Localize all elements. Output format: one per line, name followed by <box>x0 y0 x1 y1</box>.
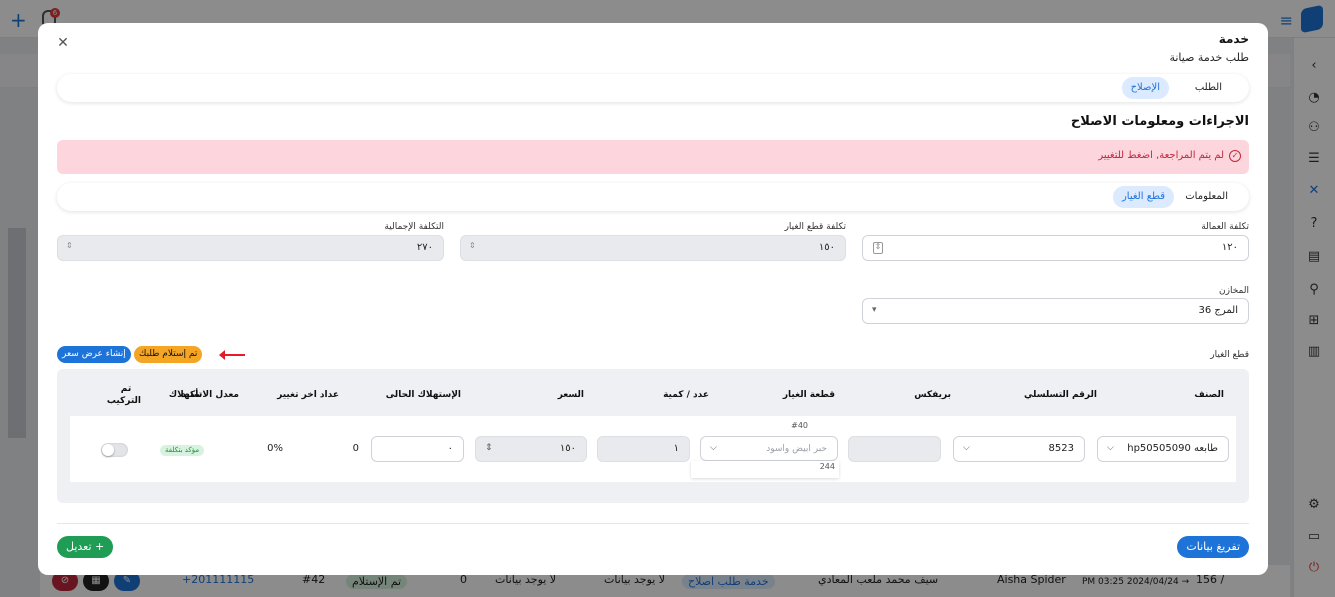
parts-cost-value: ١٥٠ <box>818 242 835 253</box>
main-tabs: الطلب الإصلاح <box>57 74 1249 102</box>
part-placeholder: حبر ابيض واسود <box>766 444 827 454</box>
divider <box>57 523 1249 524</box>
confirm-badge: مؤكد بتكلفة <box>160 445 205 456</box>
stepper-icon: ⇕ <box>469 241 476 250</box>
spare-parts-label: قطع الغيار <box>1210 350 1249 360</box>
table-row: طابعه hp50505090 ⌵ 8523 ⌵ #40 حبر ابيض و… <box>70 416 1236 482</box>
stepper-icon: ⇕ <box>66 241 73 250</box>
stepper-icon: ⇕ <box>485 443 493 453</box>
column-header: قطعة الغيار <box>782 390 835 400</box>
column-header: تم التركيب <box>106 384 141 406</box>
quantity-input[interactable]: ١ <box>597 436 690 462</box>
tab-info[interactable]: المعلومات <box>1176 186 1237 208</box>
column-header: عداد اخر تغيير <box>277 390 339 400</box>
installed-toggle[interactable] <box>101 443 128 457</box>
request-received-button[interactable]: تم إستلام طلبك <box>134 346 203 363</box>
last-counter-value: 0 <box>352 443 359 454</box>
create-quote-button[interactable]: إنشاء عرض سعر <box>57 346 131 363</box>
total-cost-label: التكلفة الإجمالية <box>384 222 444 232</box>
column-header: بريفكس <box>914 390 951 400</box>
check-circle-icon: ✓ <box>1229 150 1241 162</box>
tab-spare-parts[interactable]: قطع الغيار <box>1112 186 1174 208</box>
usage-rate-value: 0% <box>267 443 283 454</box>
modal-subtitle: طلب خدمة صيانة <box>1169 51 1249 64</box>
column-header: عدد / كمية <box>663 390 709 400</box>
warehouse-label: المخازن <box>1219 286 1249 296</box>
price-input: ١٥٠ ⇕ <box>475 436 587 462</box>
chevron-down-icon: ⌵ <box>963 443 970 453</box>
column-header: السعر <box>557 390 584 400</box>
column-header: الإستهلاك الحالى <box>385 390 461 400</box>
price-value: ١٥٠ <box>559 443 576 454</box>
quantity-value: ١ <box>673 443 679 454</box>
labor-cost-value: ١٢٠ <box>1221 242 1238 253</box>
part-code: #40 <box>791 421 808 430</box>
category-value: طابعه hp50505090 <box>1127 443 1218 454</box>
warehouse-select[interactable]: المرج 36 ▾ <box>862 298 1249 324</box>
part-dropdown-option[interactable]: 244 <box>691 461 839 478</box>
spare-parts-table: الصنف الرقم التسلسلي بريفكس قطعة الغيار … <box>57 369 1249 503</box>
column-header: تأكيد <box>181 390 202 400</box>
total-cost-input: ٢٧٠ ⇕ <box>57 235 444 261</box>
tab-repair[interactable]: الإصلاح <box>1121 77 1169 99</box>
tab-request[interactable]: الطلب <box>1186 77 1231 99</box>
serial-select[interactable]: 8523 ⌵ <box>953 436 1085 462</box>
category-select[interactable]: طابعه hp50505090 ⌵ <box>1097 436 1229 462</box>
warehouse-value: المرج 36 <box>1198 305 1239 316</box>
parts-cost-input: ١٥٠ ⇕ <box>460 235 846 261</box>
labor-cost-input[interactable]: ١٢٠ ⇕ <box>862 235 1249 261</box>
current-usage-value: ٠ <box>447 443 453 454</box>
service-modal: ✕ خدمة طلب خدمة صيانة الطلب الإصلاح الاج… <box>38 23 1268 575</box>
chevron-down-icon: ⌵ <box>710 443 717 453</box>
labor-cost-label: تكلفة العمالة <box>1201 222 1249 232</box>
review-alert[interactable]: ✓ لم يتم المراجعة, اضغط للتغيير <box>57 140 1249 174</box>
serial-value: 8523 <box>1048 443 1074 454</box>
caret-down-icon: ▾ <box>872 305 877 315</box>
part-select[interactable]: حبر ابيض واسود ⌵ <box>700 436 838 461</box>
chevron-down-icon: ⌵ <box>1107 443 1114 453</box>
close-icon[interactable]: ✕ <box>56 36 70 50</box>
column-header: الصنف <box>1194 390 1224 400</box>
clear-data-button[interactable]: تفريغ بيانات <box>1177 536 1249 558</box>
edit-button[interactable]: + تعديل <box>57 536 114 558</box>
arrow-left-icon <box>219 350 245 360</box>
section-title: الاجراءات ومعلومات الاصلاح <box>1070 114 1249 129</box>
current-usage-input[interactable]: ٠ <box>371 436 464 462</box>
column-header: الرقم التسلسلي <box>1023 390 1097 400</box>
parts-cost-label: تكلفة قطع الغيار <box>784 222 846 232</box>
alert-text: لم يتم المراجعة, اضغط للتغيير <box>1098 150 1224 161</box>
stepper-icon[interactable]: ⇕ <box>873 242 883 254</box>
column-header: معدل الاستهلاك <box>168 390 239 400</box>
prefix-input <box>848 436 941 462</box>
total-cost-value: ٢٧٠ <box>416 242 433 253</box>
sub-tabs: المعلومات قطع الغيار <box>57 183 1249 211</box>
modal-title: خدمة <box>1218 32 1249 46</box>
